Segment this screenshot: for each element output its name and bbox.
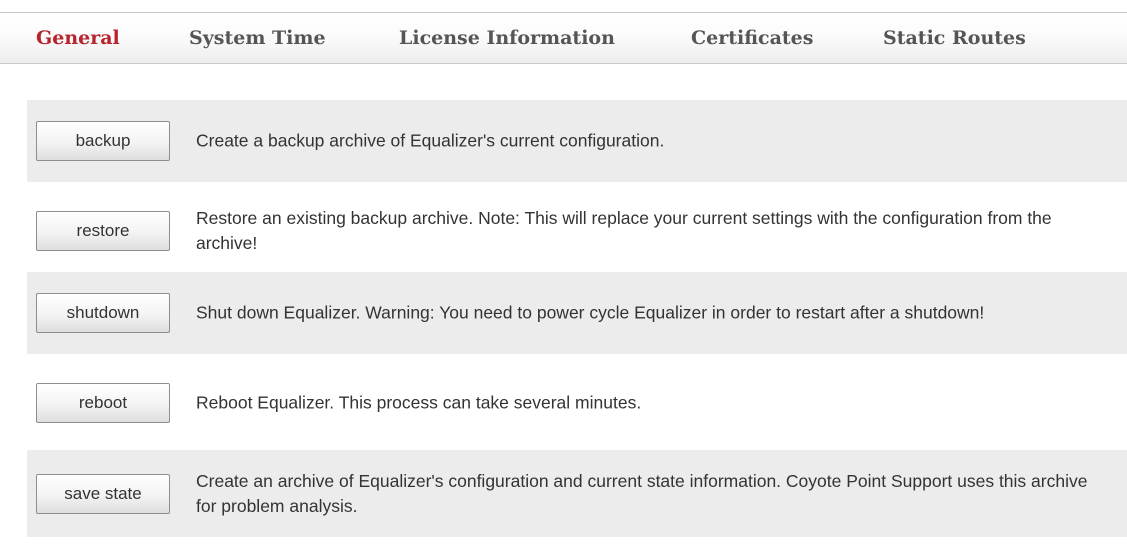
action-row-restore: restore Restore an existing backup archi… bbox=[27, 190, 1127, 272]
action-row-shutdown: shutdown Shut down Equalizer. Warning: Y… bbox=[27, 272, 1127, 354]
tab-certificates[interactable]: Certificates bbox=[691, 13, 813, 63]
restore-description: Restore an existing backup archive. Note… bbox=[196, 208, 1052, 253]
shutdown-description: Shut down Equalizer. Warning: You need t… bbox=[196, 302, 985, 323]
action-row-reboot: reboot Reboot Equalizer. This process ca… bbox=[27, 362, 1127, 444]
restore-button[interactable]: restore bbox=[36, 211, 170, 251]
reboot-button[interactable]: reboot bbox=[36, 383, 170, 423]
tab-general[interactable]: General bbox=[36, 13, 120, 63]
reboot-description: Reboot Equalizer. This process can take … bbox=[196, 392, 642, 413]
save-state-button[interactable]: save state bbox=[36, 473, 170, 514]
action-row-backup: backup Create a backup archive of Equali… bbox=[27, 100, 1127, 182]
backup-description: Create a backup archive of Equalizer's c… bbox=[196, 130, 665, 151]
shutdown-button[interactable]: shutdown bbox=[36, 293, 170, 333]
tab-static-routes[interactable]: Static Routes bbox=[883, 13, 1026, 63]
tab-system-time[interactable]: System Time bbox=[189, 13, 326, 63]
backup-button[interactable]: backup bbox=[36, 121, 170, 161]
tab-license-information[interactable]: License Information bbox=[399, 13, 615, 63]
action-row-save-state: save state Create an archive of Equalize… bbox=[27, 450, 1127, 537]
save-state-description: Create an archive of Equalizer's configu… bbox=[196, 470, 1088, 516]
tab-bar: General System Time License Information … bbox=[0, 12, 1127, 64]
